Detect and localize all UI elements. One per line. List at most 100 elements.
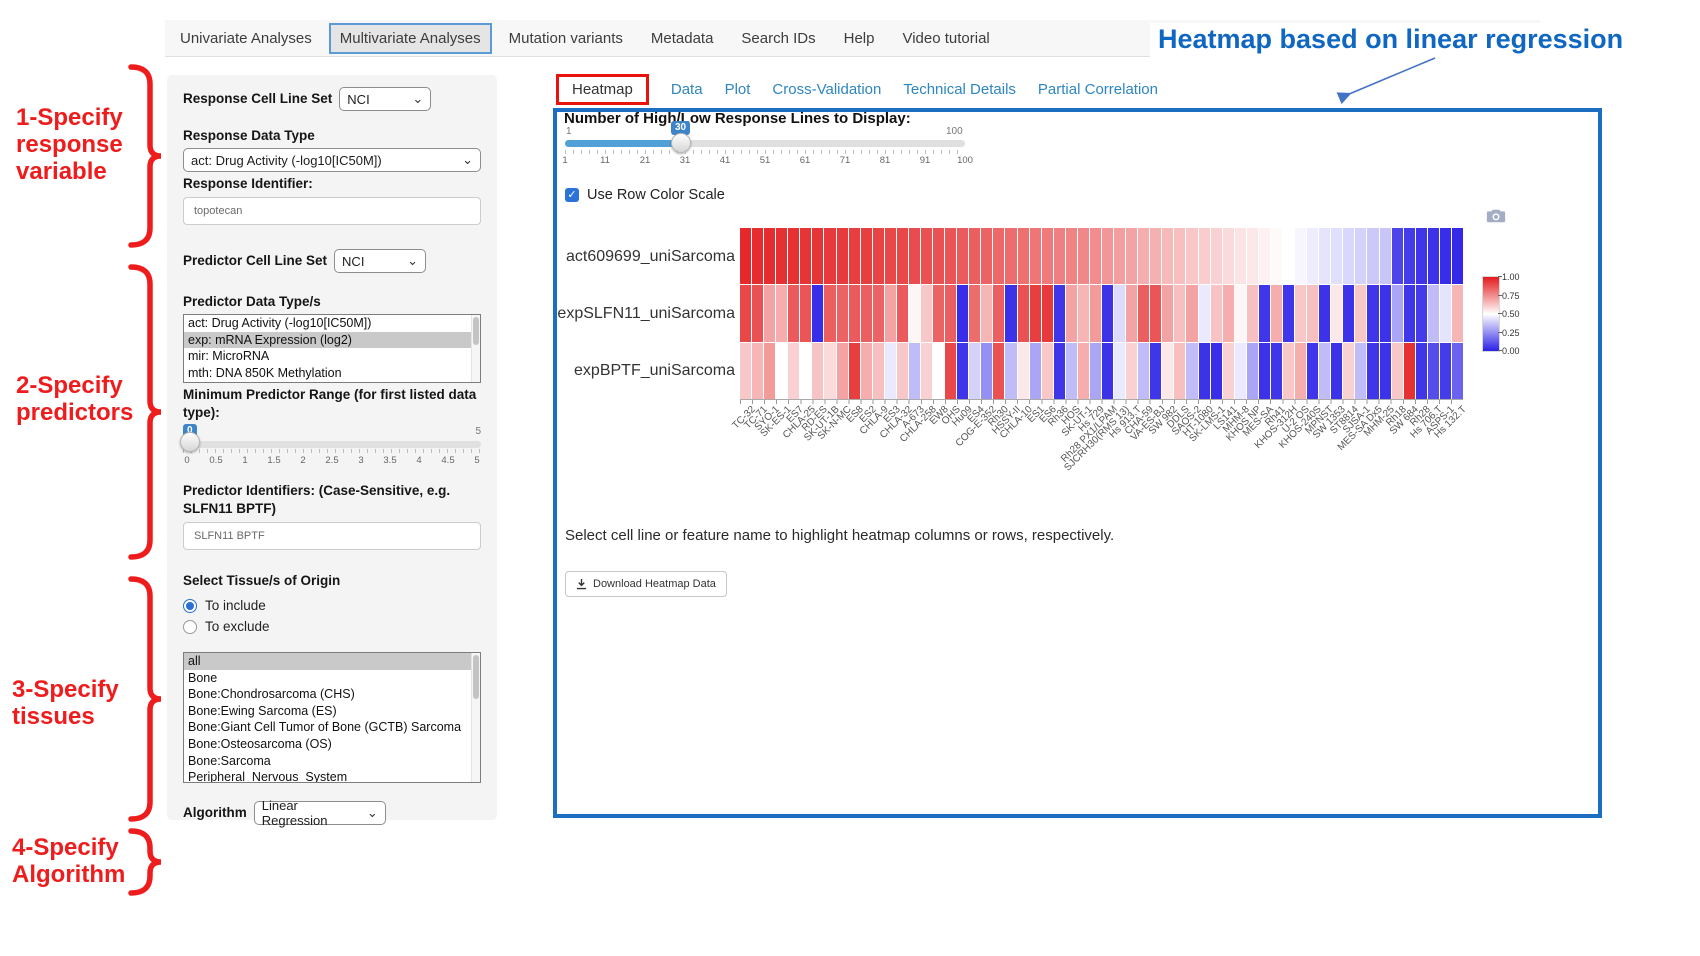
heatmap-cell[interactable] [1150,343,1161,399]
heatmap-cell[interactable] [764,343,775,399]
nav-item-univariate-analyses[interactable]: Univariate Analyses [169,23,323,54]
tissue-option[interactable]: Bone [184,670,480,687]
tissue-option[interactable]: all [184,653,480,670]
heatmap-cell[interactable] [1295,228,1306,284]
heatmap-cell[interactable] [1283,285,1294,341]
heatmap-cell[interactable] [981,343,992,399]
heatmap-cell[interactable] [824,228,835,284]
heatmap-cell[interactable] [1211,228,1222,284]
heatmap-cell[interactable] [897,343,908,399]
nav-item-video-tutorial[interactable]: Video tutorial [891,23,1000,54]
heatmap-cell[interactable] [1452,343,1463,399]
heatmap-cell[interactable] [1331,285,1342,341]
min-predictor-range-slider[interactable]: 0 5 00.511.522.533.544.55 [183,424,481,472]
heatmap-cell[interactable] [1174,285,1185,341]
heatmap-cell[interactable] [1186,343,1197,399]
heatmap-cell[interactable] [1138,228,1149,284]
heatmap-cell[interactable] [921,343,932,399]
heatmap-cell[interactable] [885,285,896,341]
tissue-option[interactable]: Bone:Ewing Sarcoma (ES) [184,703,480,720]
heatmap-cell[interactable] [1392,343,1403,399]
heatmap-cell[interactable] [1319,285,1330,341]
heatmap-cell[interactable] [788,343,799,399]
heatmap-cell[interactable] [1235,228,1246,284]
heatmap-cell[interactable] [752,228,763,284]
heatmap-cell[interactable] [1428,228,1439,284]
heatmap-cell[interactable] [1042,343,1053,399]
heatmap-cell[interactable] [1355,228,1366,284]
heatmap-cell[interactable] [981,285,992,341]
tissue-option[interactable]: Bone:Giant Cell Tumor of Bone (GCTB) Sar… [184,719,480,736]
heatmap-cell[interactable] [1440,285,1451,341]
predictor-data-type-option[interactable]: exp: mRNA Expression (log2) [184,332,480,349]
heatmap-cell[interactable] [812,228,823,284]
heatmap-cell[interactable] [849,228,860,284]
heatmap-row-label[interactable]: expBPTF_uniSarcoma [574,362,735,380]
heatmap-cell[interactable] [1018,228,1029,284]
heatmap-cell[interactable] [1030,228,1041,284]
heatmap-cell[interactable] [1030,343,1041,399]
heatmap-cell[interactable] [1138,285,1149,341]
heatmap-cell[interactable] [1259,228,1270,284]
heatmap-cell[interactable] [861,228,872,284]
heatmap-cell[interactable] [1042,285,1053,341]
heatmap-cell[interactable] [1428,285,1439,341]
heatmap-cell[interactable] [1416,285,1427,341]
heatmap-cell[interactable] [1247,228,1258,284]
tab-technical-details[interactable]: Technical Details [903,81,1016,98]
response-data-type-select[interactable]: act: Drug Activity (-log10[IC50M]) ⌄ [183,148,481,172]
heatmap-cell[interactable] [1271,228,1282,284]
heatmap-cell[interactable] [1199,343,1210,399]
min-predictor-range-handle[interactable] [180,432,200,452]
heatmap-cell[interactable] [1404,228,1415,284]
heatmap-cell[interactable] [1018,343,1029,399]
heatmap-cell[interactable] [1380,228,1391,284]
nav-item-help[interactable]: Help [833,23,886,54]
heatmap-cell[interactable] [861,343,872,399]
heatmap-cell[interactable] [1416,228,1427,284]
heatmap-cell[interactable] [800,343,811,399]
scrollbar[interactable] [471,653,480,782]
heatmap-cell[interactable] [1138,343,1149,399]
heatmap-cell[interactable] [981,228,992,284]
heatmap-cell[interactable] [1054,228,1065,284]
heatmap-cell[interactable] [1295,343,1306,399]
heatmap-cell[interactable] [1259,343,1270,399]
heatmap-cell[interactable] [1283,343,1294,399]
heatmap-cell[interactable] [752,343,763,399]
heatmap-cell[interactable] [897,228,908,284]
heatmap-cell[interactable] [1162,343,1173,399]
heatmap-cell[interactable] [1223,228,1234,284]
heatmap-cell[interactable] [1307,228,1318,284]
heatmap-cell[interactable] [921,228,932,284]
heatmap-cell[interactable] [1247,285,1258,341]
heatmap-cell[interactable] [885,228,896,284]
heatmap-cell[interactable] [849,285,860,341]
heatmap-cell[interactable] [764,228,775,284]
heatmap-cell[interactable] [1066,285,1077,341]
heatmap-cell[interactable] [909,343,920,399]
heatmap-cell[interactable] [897,285,908,341]
heatmap-cell[interactable] [776,343,787,399]
nav-item-mutation-variants[interactable]: Mutation variants [498,23,634,54]
heatmap-cell[interactable] [1307,285,1318,341]
heatmap-cell[interactable] [837,228,848,284]
tissue-option[interactable]: Bone:Chondrosarcoma (CHS) [184,686,480,703]
heatmap-cell[interactable] [1054,343,1065,399]
heatmap-cell[interactable] [1440,228,1451,284]
heatmap-cell[interactable] [824,285,835,341]
response-identifier-input[interactable]: topotecan [183,197,481,225]
heatmap-cell[interactable] [1319,343,1330,399]
heatmap-cell[interactable] [945,228,956,284]
heatmap-cell[interactable] [1343,285,1354,341]
heatmap-cell[interactable] [800,228,811,284]
heatmap-cell[interactable] [1271,285,1282,341]
heatmap-cell[interactable] [933,228,944,284]
heatmap-cell[interactable] [800,285,811,341]
response-cell-line-set-select[interactable]: NCI ⌄ [339,87,431,111]
heatmap-cell[interactable] [969,228,980,284]
heatmap-cell[interactable] [1126,285,1137,341]
slider-track[interactable] [183,441,481,448]
heatmap-cell[interactable] [885,343,896,399]
heatmap-cell[interactable] [1367,285,1378,341]
